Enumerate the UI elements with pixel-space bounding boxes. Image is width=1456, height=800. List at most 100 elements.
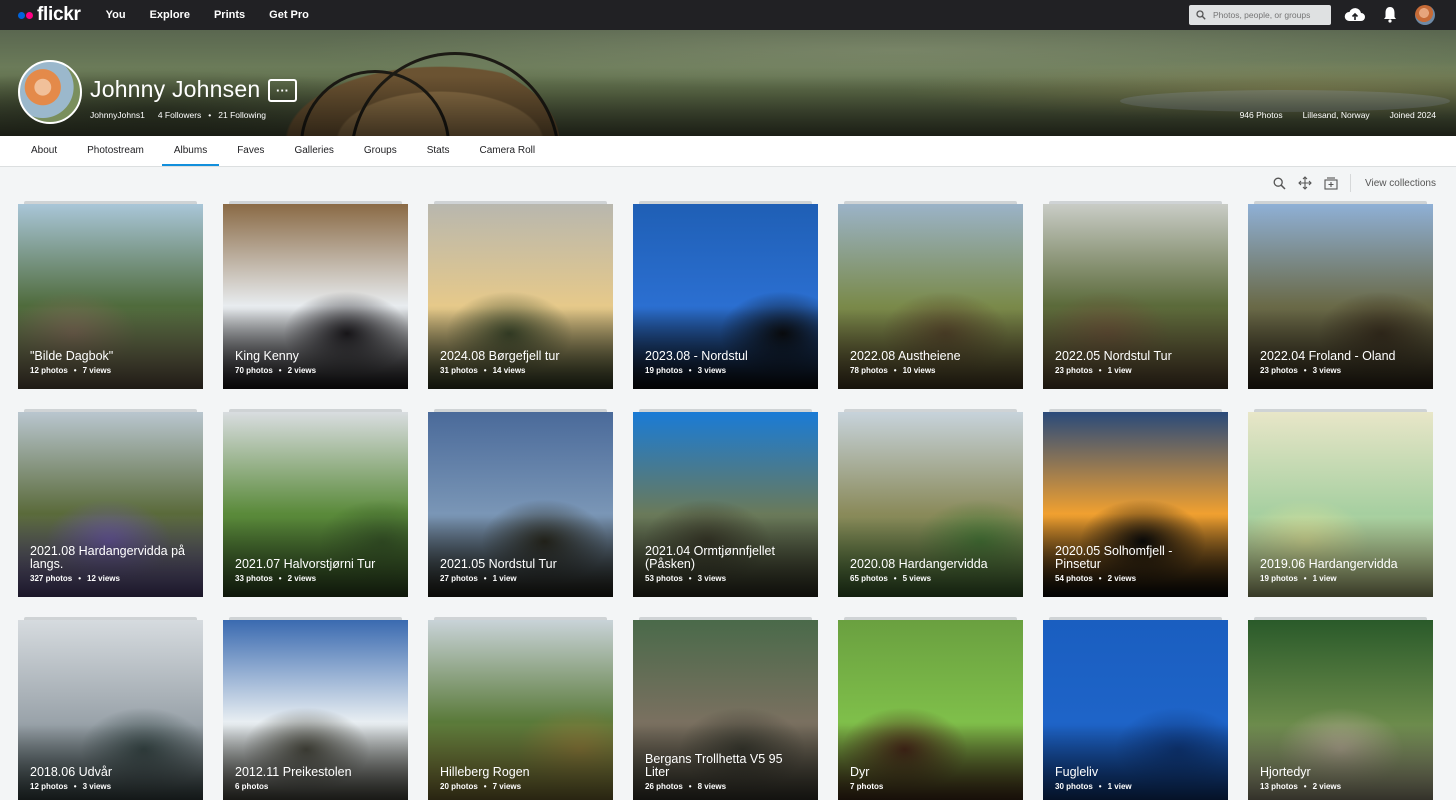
album-card[interactable]: 2019.06 Hardangervidda 19 photos • 1 view <box>1248 409 1433 597</box>
view-collections-link[interactable]: View collections <box>1365 178 1436 189</box>
tab-camera-roll[interactable]: Camera Roll <box>480 136 536 166</box>
album-cover-photo[interactable]: Hjortedyr 13 photos • 2 views <box>1248 620 1433 800</box>
move-icon[interactable] <box>1298 176 1312 190</box>
album-cover-photo[interactable]: Hilleberg Rogen 20 photos • 7 views <box>428 620 613 800</box>
tab-about[interactable]: About <box>31 136 57 166</box>
search-icon <box>1189 10 1213 20</box>
album-title: 2024.08 Børgefjell tur <box>440 349 560 363</box>
album-photo-count: 23 photos <box>1055 366 1093 375</box>
album-cover-photo[interactable]: 2022.08 Austheiene 78 photos • 10 views <box>838 204 1023 389</box>
album-card[interactable]: 2022.05 Nordstul Tur 23 photos • 1 view <box>1043 201 1228 389</box>
upload-icon[interactable] <box>1344 6 1366 29</box>
album-card[interactable]: Hjortedyr 13 photos • 2 views <box>1248 617 1433 800</box>
album-photo-count: 20 photos <box>440 782 478 791</box>
album-card[interactable]: 2022.08 Austheiene 78 photos • 10 views <box>838 201 1023 389</box>
album-meta: 54 photos • 2 views <box>1055 574 1136 583</box>
tab-faves[interactable]: Faves <box>237 136 264 166</box>
album-photo-count: 19 photos <box>1260 574 1298 583</box>
search-albums-icon[interactable] <box>1273 177 1286 190</box>
album-card[interactable]: 2021.05 Nordstul Tur 27 photos • 1 view <box>428 409 613 597</box>
album-photo-count: 53 photos <box>645 574 683 583</box>
album-card[interactable]: "Bilde Dagbok" 12 photos • 7 views <box>18 201 203 389</box>
bell-icon[interactable] <box>1383 6 1397 28</box>
album-title: Hjortedyr <box>1260 765 1311 779</box>
album-title: 2021.07 Halvorstjørni Tur <box>235 557 376 571</box>
album-cover-photo[interactable]: 2021.04 Ormtjønnfjellet (Påsken) 53 phot… <box>633 412 818 597</box>
album-cover-photo[interactable]: 2020.05 Solhomfjell - Pinsetur 54 photos… <box>1043 412 1228 597</box>
album-card[interactable]: 2020.08 Hardangervidda 65 photos • 5 views <box>838 409 1023 597</box>
album-cover-photo[interactable]: 2022.04 Froland - Oland 23 photos • 3 view… <box>1248 204 1433 389</box>
profile-followers[interactable]: 4 Followers <box>158 110 201 120</box>
album-cover-photo[interactable]: 2020.08 Hardangervidda 65 photos • 5 views <box>838 412 1023 597</box>
album-photo-count: 19 photos <box>645 366 683 375</box>
album-cover-photo[interactable]: Fugleliv 30 photos • 1 view <box>1043 620 1228 800</box>
album-photo-count: 65 photos <box>850 574 888 583</box>
album-photo-count: 33 photos <box>235 574 273 583</box>
album-card[interactable]: Dyr 7 photos <box>838 617 1023 800</box>
album-view-count: 1 view <box>492 574 517 583</box>
album-meta-separator: • <box>1303 574 1307 583</box>
album-cover-photo[interactable]: 2019.06 Hardangervidda 19 photos • 1 view <box>1248 412 1433 597</box>
album-grid: "Bilde Dagbok" 12 photos • 7 views King Ke… <box>18 201 1433 800</box>
album-cover-photo[interactable]: 2021.07 Halvorstjørni Tur 33 photos • 2 vi… <box>223 412 408 597</box>
album-cover-photo[interactable]: 2018.06 Udvår 12 photos • 3 views <box>18 620 203 800</box>
album-cover-photo[interactable]: 2021.05 Nordstul Tur 27 photos • 1 view <box>428 412 613 597</box>
tab-photostream[interactable]: Photostream <box>87 136 144 166</box>
tab-stats[interactable]: Stats <box>427 136 450 166</box>
album-card[interactable]: 2018.06 Udvår 12 photos • 3 views <box>18 617 203 800</box>
album-photo-count: 78 photos <box>850 366 888 375</box>
album-meta: 7 photos <box>850 782 883 791</box>
tab-albums[interactable]: Albums <box>161 136 220 166</box>
album-view-count: 8 views <box>697 782 727 791</box>
album-cover-photo[interactable]: 2023.08 - Nordstul 19 photos • 3 views <box>633 204 818 389</box>
album-cover-photo[interactable]: 2021.08 Hardangervidda på langs. 327 pho… <box>18 412 203 597</box>
profile-username: JohnnyJohns1 <box>90 110 145 120</box>
album-view-count: 2 views <box>287 574 317 583</box>
album-card[interactable]: 2021.04 Ormtjønnfjellet (Påsken) 53 phot… <box>633 409 818 597</box>
album-photo-count: 70 photos <box>235 366 273 375</box>
album-card[interactable]: 2022.04 Froland - Oland 23 photos • 3 view… <box>1248 201 1433 389</box>
nav-link-you[interactable]: You <box>106 9 126 21</box>
album-title: Bergans Trollhetta V5 95 Liter <box>645 752 783 779</box>
album-card[interactable]: 2024.08 Børgefjell tur 31 photos • 14 view… <box>428 201 613 389</box>
album-title: Fugleliv <box>1055 765 1099 779</box>
album-view-count: 2 views <box>1107 574 1137 583</box>
more-options-button[interactable]: ··· <box>268 79 297 102</box>
album-cover-photo[interactable]: 2024.08 Børgefjell tur 31 photos • 14 view… <box>428 204 613 389</box>
album-card[interactable]: 2012.11 Preikestolen 6 photos <box>223 617 408 800</box>
album-cover-photo[interactable]: King Kenny 70 photos • 2 views <box>223 204 408 389</box>
album-card[interactable]: Bergans Trollhetta V5 95 Liter 26 photos… <box>633 617 818 800</box>
album-card[interactable]: 2023.08 - Nordstul 19 photos • 3 views <box>633 201 818 389</box>
album-card[interactable]: Hilleberg Rogen 20 photos • 7 views <box>428 617 613 800</box>
profile-avatar[interactable] <box>18 60 82 124</box>
album-card[interactable]: 2021.08 Hardangervidda på langs. 327 pho… <box>18 409 203 597</box>
album-photo-count: 31 photos <box>440 366 478 375</box>
album-cover-photo[interactable]: Dyr 7 photos <box>838 620 1023 800</box>
profile-joined: Joined 2024 <box>1389 110 1436 120</box>
album-card[interactable]: 2020.05 Solhomfjell - Pinsetur 54 photos… <box>1043 409 1228 597</box>
album-photo-count: 13 photos <box>1260 782 1298 791</box>
album-cover-photo[interactable]: "Bilde Dagbok" 12 photos • 7 views <box>18 204 203 389</box>
album-card[interactable]: 2021.07 Halvorstjørni Tur 33 photos • 2 vi… <box>223 409 408 597</box>
album-title: Hilleberg Rogen <box>440 765 530 779</box>
flickr-logo[interactable]: flickr <box>18 0 81 30</box>
album-meta: 23 photos • 1 view <box>1055 366 1132 375</box>
nav-link-get-pro[interactable]: Get Pro <box>269 9 309 21</box>
new-album-icon[interactable] <box>1324 176 1338 190</box>
album-card[interactable]: Fugleliv 30 photos • 1 view <box>1043 617 1228 800</box>
tab-galleries[interactable]: Galleries <box>294 136 333 166</box>
album-cover-photo[interactable]: 2012.11 Preikestolen 6 photos <box>223 620 408 800</box>
album-title: 2021.08 Hardangervidda på langs. <box>30 544 185 571</box>
album-title: "Bilde Dagbok" <box>30 349 114 363</box>
user-avatar[interactable] <box>1415 5 1435 25</box>
search-box[interactable] <box>1189 5 1331 25</box>
search-input[interactable] <box>1213 10 1323 20</box>
profile-following[interactable]: 21 Following <box>218 110 266 120</box>
nav-link-prints[interactable]: Prints <box>214 9 245 21</box>
nav-link-explore[interactable]: Explore <box>150 9 190 21</box>
tab-groups[interactable]: Groups <box>364 136 397 166</box>
album-cover-photo[interactable]: Bergans Trollhetta V5 95 Liter 26 photos… <box>633 620 818 800</box>
album-card[interactable]: King Kenny 70 photos • 2 views <box>223 201 408 389</box>
album-cover-photo[interactable]: 2022.05 Nordstul Tur 23 photos • 1 view <box>1043 204 1228 389</box>
logo-blue-dot <box>18 11 25 19</box>
